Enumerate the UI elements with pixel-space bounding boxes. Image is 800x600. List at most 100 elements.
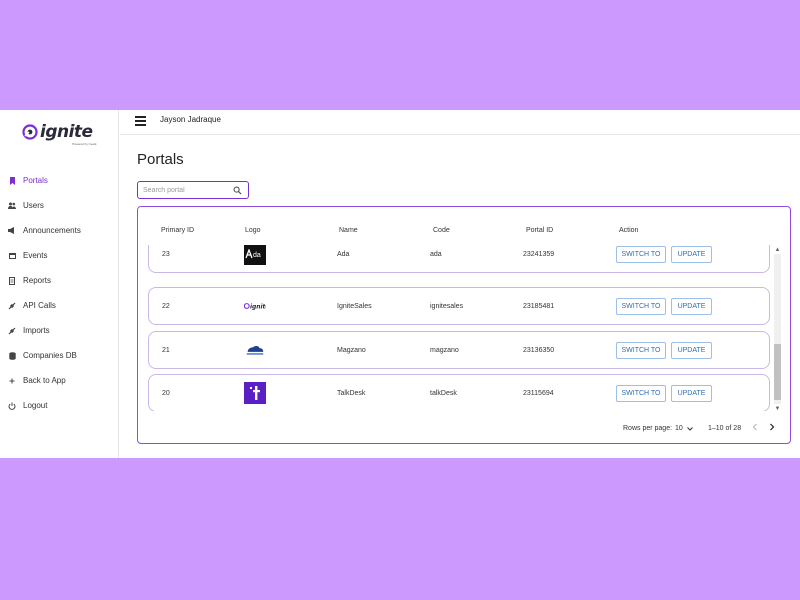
search-box[interactable]	[137, 181, 249, 199]
user-name: Jayson Jadraque	[160, 115, 221, 124]
table-row: 20 TalkDesk talkDesk 23115694 SWITCH TO …	[148, 374, 770, 411]
sidebar-item-reports[interactable]: Reports	[0, 268, 119, 293]
sidebar-item-label: Announcements	[23, 226, 81, 235]
cell-name: IgniteSales	[337, 303, 372, 310]
sidebar-item-label: Logout	[23, 401, 48, 410]
cell-code: ada	[430, 251, 442, 258]
column-header-logo[interactable]: Logo	[245, 227, 261, 234]
magzano-logo-icon	[244, 339, 266, 361]
cell-primary-id: 20	[162, 390, 170, 397]
cell-name: Magzano	[337, 347, 366, 354]
bookmark-icon	[8, 176, 16, 185]
scroll-down-arrow-icon[interactable]: ▼	[773, 405, 782, 413]
sidebar-item-label: Reports	[23, 276, 52, 285]
cell-name: TalkDesk	[337, 390, 366, 397]
sidebar-item-label: Events	[23, 251, 48, 260]
app-window: ignite Powered by Ceetk Portals Users An…	[0, 110, 800, 458]
update-button[interactable]: UPDATE	[671, 342, 712, 359]
cell-primary-id: 21	[162, 347, 170, 354]
ignite-logo-icon	[22, 124, 38, 140]
column-header-portal-id[interactable]: Portal ID	[526, 227, 553, 234]
table-row: 23 da Ada ada 23241359 SWITCH TO UPDATE	[148, 245, 770, 273]
svg-text:ignite: ignite	[250, 303, 266, 310]
cell-code: ignitesales	[430, 303, 464, 310]
sidebar-item-events[interactable]: Events	[0, 243, 119, 268]
pagination-range: 1–10 of 28	[708, 425, 742, 432]
cell-primary-id: 22	[162, 303, 170, 310]
sidebar-item-imports[interactable]: Imports	[0, 318, 119, 343]
top-bar: Jayson Jadraque	[120, 110, 800, 135]
sidebar: ignite Powered by Ceetk Portals Users An…	[0, 110, 119, 458]
cell-portal-id: 23115694	[523, 390, 554, 397]
megaphone-icon	[8, 227, 16, 235]
ada-logo-icon: da	[244, 245, 266, 265]
sidebar-item-announcements[interactable]: Announcements	[0, 218, 119, 243]
update-button[interactable]: UPDATE	[671, 246, 712, 263]
search-icon[interactable]	[233, 186, 242, 195]
sidebar-nav: Portals Users Announcements Events Repor…	[0, 168, 119, 418]
users-icon	[8, 202, 16, 210]
cell-portal-id: 23136350	[523, 347, 555, 354]
switch-to-button[interactable]: SWITCH TO	[616, 246, 666, 263]
database-icon	[8, 351, 16, 360]
cell-code: talkDesk	[430, 390, 457, 397]
sidebar-item-portals[interactable]: Portals	[0, 168, 119, 193]
switch-to-button[interactable]: SWITCH TO	[616, 298, 666, 315]
table-row: 22 ignite IgniteSales ignitesales 231854…	[148, 287, 770, 325]
menu-icon[interactable]	[135, 116, 146, 126]
logo-text: ignite	[40, 122, 93, 142]
previous-page-button[interactable]	[750, 423, 760, 435]
sidebar-item-label: Portals	[23, 176, 48, 185]
sidebar-item-logout[interactable]: Logout	[0, 393, 119, 418]
update-button[interactable]: UPDATE	[671, 385, 712, 402]
column-header-primary-id[interactable]: Primary ID	[161, 227, 194, 234]
chevron-left-icon	[752, 423, 757, 431]
plug-icon	[8, 302, 16, 310]
column-header-name[interactable]: Name	[339, 227, 358, 234]
switch-to-button[interactable]: SWITCH TO	[616, 385, 666, 402]
report-icon	[8, 276, 16, 285]
sidebar-item-label: Back to App	[23, 376, 66, 385]
next-page-button[interactable]	[767, 423, 777, 435]
svg-text:da: da	[253, 252, 261, 259]
portals-table: Primary ID Logo Name Code Portal ID Acti…	[137, 206, 791, 444]
rows-per-page-label: Rows per page:	[623, 425, 673, 432]
sidebar-item-users[interactable]: Users	[0, 193, 119, 218]
app-logo[interactable]: ignite Powered by Ceetk	[22, 118, 102, 146]
sidebar-item-companies-db[interactable]: Companies DB	[0, 343, 119, 368]
scroll-up-arrow-icon[interactable]: ▲	[773, 246, 782, 254]
ignite-logo-icon: ignite	[244, 295, 266, 317]
scroll-thumb[interactable]	[774, 344, 781, 400]
sidebar-item-label: Users	[23, 201, 44, 210]
sidebar-item-back-to-app[interactable]: Back to App	[0, 368, 119, 393]
table-scrollbar[interactable]: ▲ ▼	[773, 246, 782, 413]
chevron-down-icon	[686, 426, 693, 431]
sidebar-item-label: Companies DB	[23, 351, 77, 360]
update-button[interactable]: UPDATE	[671, 298, 712, 315]
column-header-code[interactable]: Code	[433, 227, 450, 234]
sidebar-item-api-calls[interactable]: API Calls	[0, 293, 119, 318]
switch-to-button[interactable]: SWITCH TO	[616, 342, 666, 359]
calendar-icon	[8, 252, 16, 260]
talkdesk-logo-icon	[244, 382, 266, 404]
plug-icon	[8, 327, 16, 335]
chevron-right-icon	[770, 423, 775, 431]
rows-per-page-value: 10	[675, 425, 683, 432]
table-body: 23 da Ada ada 23241359 SWITCH TO UPDATE …	[138, 245, 778, 411]
cell-code: magzano	[430, 347, 459, 354]
sidebar-item-label: Imports	[23, 326, 50, 335]
rows-per-page-select[interactable]: 10	[675, 425, 693, 432]
page-title: Portals	[137, 151, 184, 168]
plus-icon	[8, 377, 16, 385]
power-icon	[8, 402, 16, 410]
search-input[interactable]	[143, 185, 228, 196]
cell-primary-id: 23	[162, 251, 170, 258]
cell-portal-id: 23185481	[523, 303, 555, 310]
table-row: 21 Magzano magzano 23136350 SWITCH TO UP…	[148, 331, 770, 369]
table-header: Primary ID Logo Name Code Portal ID Acti…	[138, 207, 778, 245]
cell-name: Ada	[337, 251, 350, 258]
logo-subtext: Powered by Ceetk	[72, 142, 97, 146]
column-header-action[interactable]: Action	[619, 227, 638, 234]
sidebar-item-label: API Calls	[23, 301, 56, 310]
cell-portal-id: 23241359	[523, 251, 555, 258]
